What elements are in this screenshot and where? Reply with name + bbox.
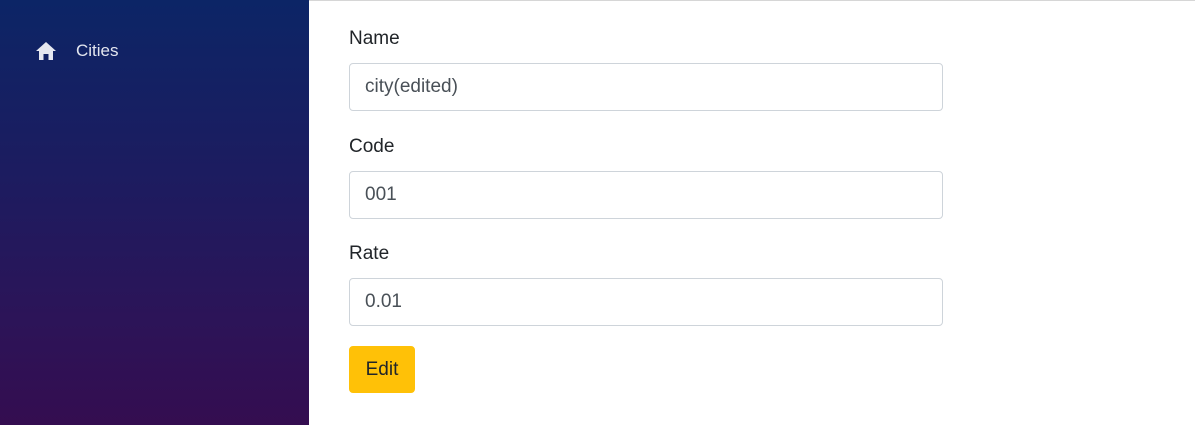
code-field[interactable] xyxy=(349,171,943,219)
rate-field[interactable] xyxy=(349,278,943,326)
name-field[interactable] xyxy=(349,63,943,111)
sidebar-item-cities[interactable]: Cities xyxy=(35,38,119,64)
top-divider xyxy=(309,0,1195,1)
sidebar-item-label: Cities xyxy=(76,41,119,60)
home-icon xyxy=(35,41,57,61)
app-root: Cities Name Code Rate Edit xyxy=(0,0,1195,425)
name-label: Name xyxy=(349,28,400,49)
rate-label: Rate xyxy=(349,243,390,264)
code-label: Code xyxy=(349,136,395,157)
sidebar: Cities xyxy=(0,0,309,425)
edit-button[interactable]: Edit xyxy=(349,346,415,393)
